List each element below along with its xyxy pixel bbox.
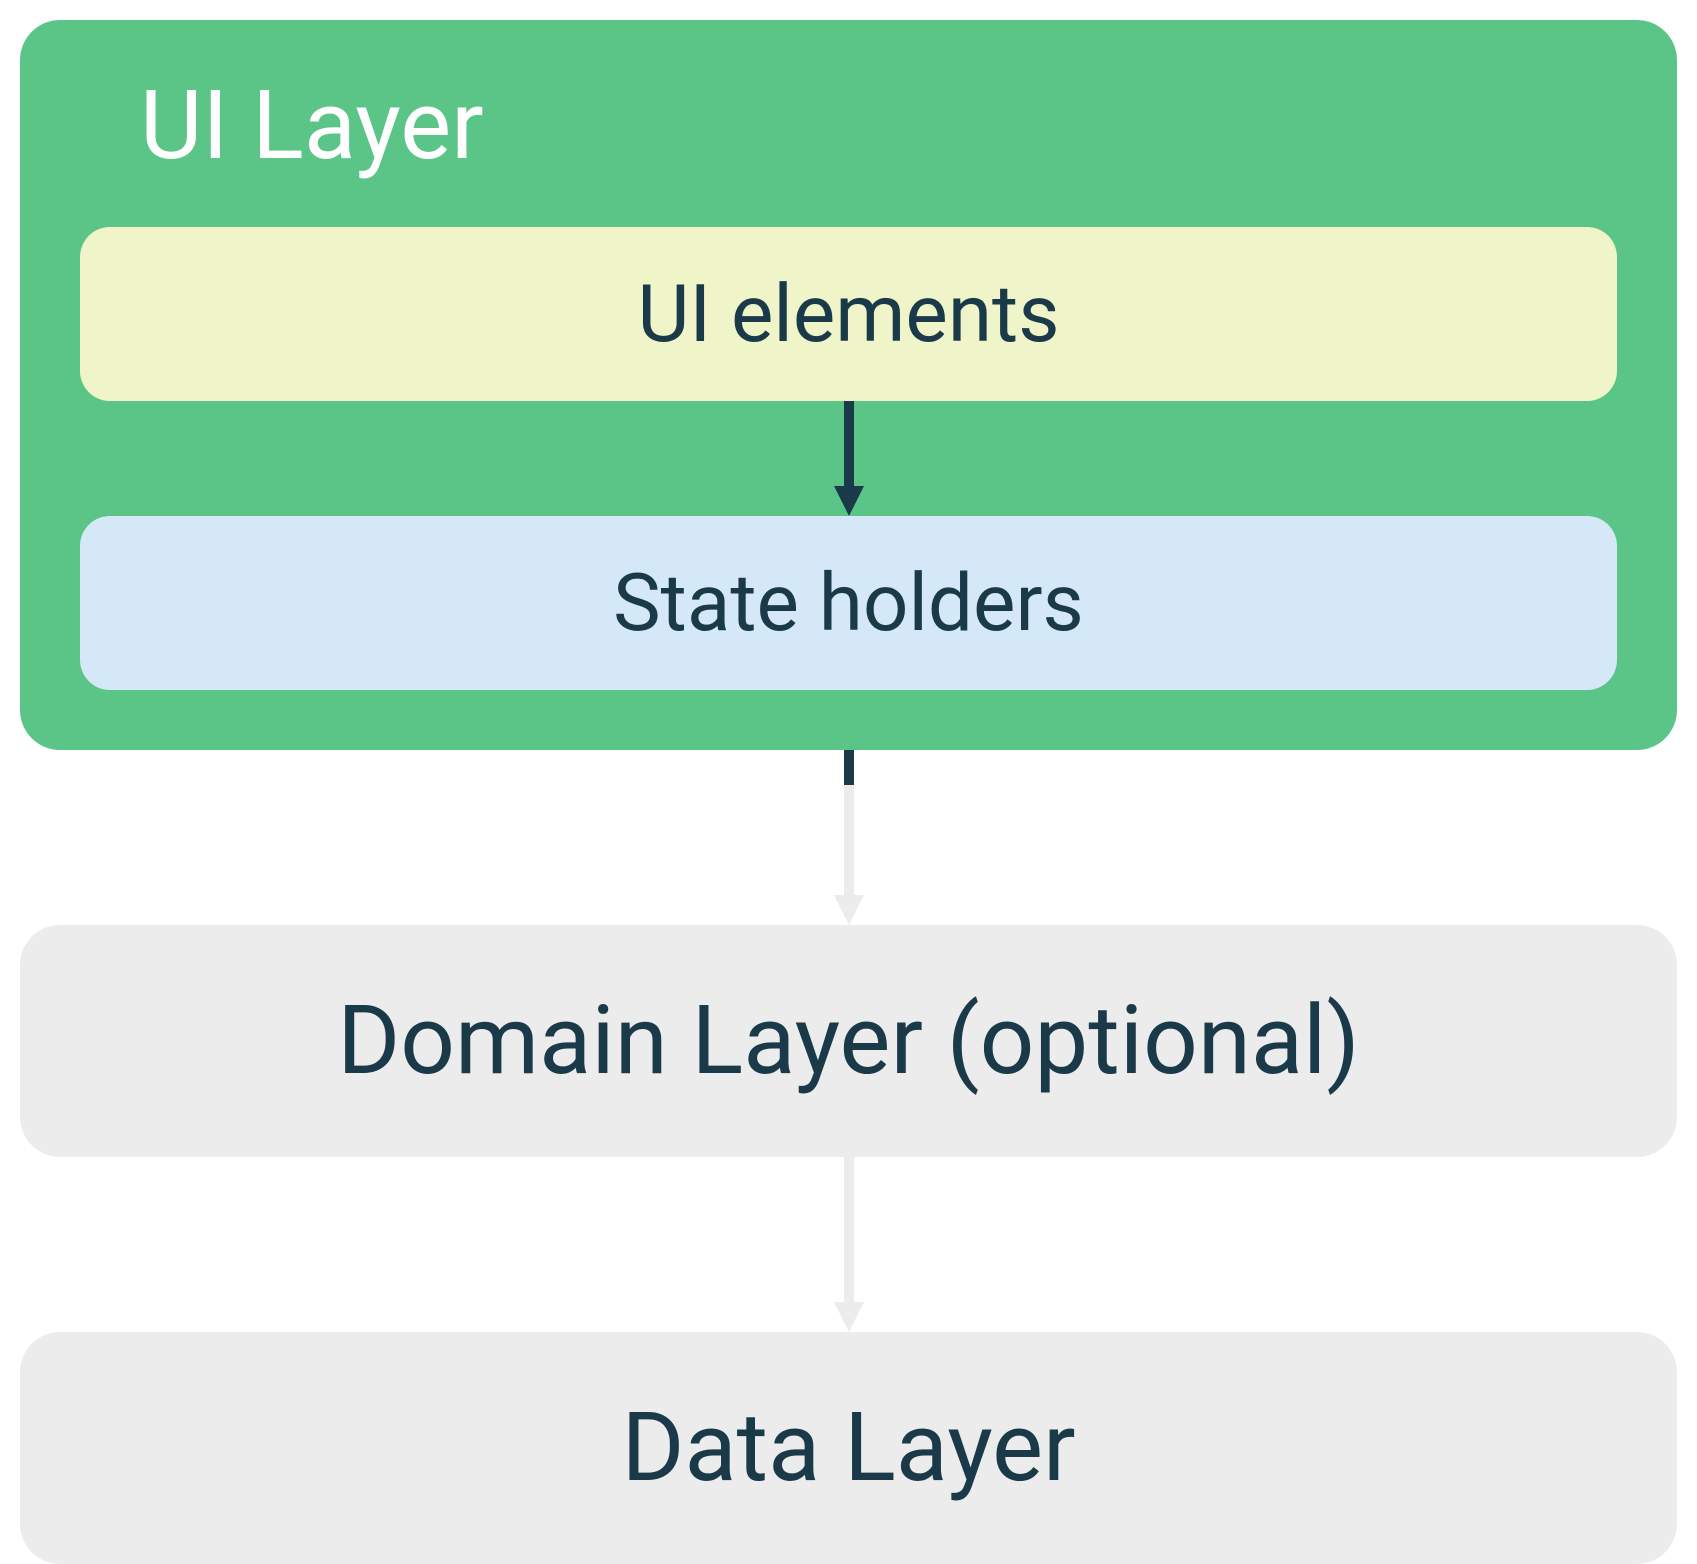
ui-layer-title: UI Layer bbox=[140, 70, 1617, 182]
arrow-down-icon bbox=[834, 750, 864, 925]
domain-layer-label: Domain Layer (optional) bbox=[337, 985, 1360, 1097]
state-holders-box: State holders bbox=[80, 516, 1617, 690]
ui-elements-label: UI elements bbox=[638, 267, 1060, 361]
data-layer-box: Data Layer bbox=[20, 1332, 1677, 1564]
arrow-domain-to-data bbox=[20, 1157, 1677, 1332]
arrow-ui-to-domain bbox=[20, 750, 1677, 925]
ui-elements-box: UI elements bbox=[80, 227, 1617, 401]
domain-layer-box: Domain Layer (optional) bbox=[20, 925, 1677, 1157]
arrow-down-icon bbox=[834, 401, 864, 516]
ui-layer-container: UI Layer UI elements State holders bbox=[20, 20, 1677, 750]
data-layer-label: Data Layer bbox=[621, 1392, 1075, 1504]
state-holders-label: State holders bbox=[613, 556, 1084, 650]
arrow-down-icon bbox=[834, 1157, 864, 1332]
arrow-ui-to-state bbox=[80, 401, 1617, 516]
